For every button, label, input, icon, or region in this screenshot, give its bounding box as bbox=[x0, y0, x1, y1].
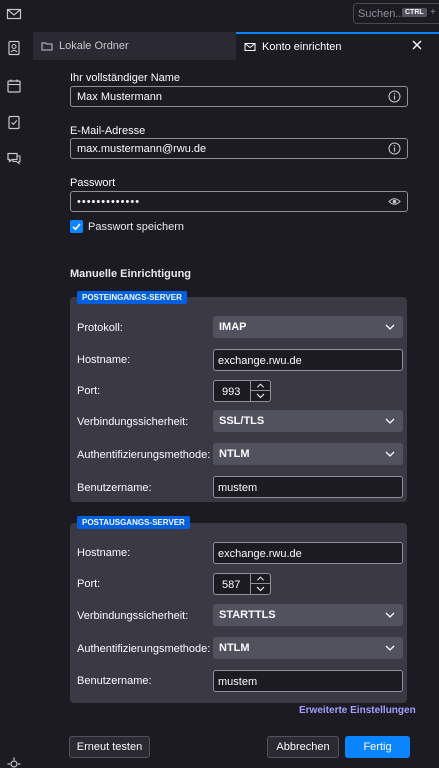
chevron-down-icon bbox=[385, 324, 395, 330]
email-input[interactable]: max.mustermann@rwu.de bbox=[70, 138, 408, 159]
chat-icon[interactable] bbox=[6, 150, 22, 166]
outgoing-auth-label: Authentifizierungsmethode: bbox=[77, 643, 211, 655]
remember-password-label: Passwort speichern bbox=[88, 221, 184, 233]
chevron-down-icon bbox=[385, 645, 395, 651]
email-value: max.mustermann@rwu.de bbox=[77, 143, 207, 155]
chevron-down-icon[interactable] bbox=[251, 584, 270, 594]
remember-password-checkbox[interactable] bbox=[70, 220, 83, 233]
outgoing-security-label: Verbindungssicherheit: bbox=[77, 610, 189, 622]
info-icon bbox=[388, 142, 401, 155]
mail-icon[interactable] bbox=[6, 6, 22, 22]
incoming-security-label: Verbindungssicherheit: bbox=[77, 416, 189, 428]
cancel-button[interactable]: Abbrechen bbox=[267, 736, 339, 758]
incoming-security-value: SSL/TLS bbox=[219, 415, 265, 427]
incoming-port-input[interactable]: 993 bbox=[213, 380, 271, 402]
incoming-hostname-input[interactable]: exchange.rwu.de bbox=[213, 349, 403, 371]
password-input[interactable]: ••••••••••••• bbox=[70, 191, 408, 212]
info-icon bbox=[388, 90, 401, 103]
outgoing-auth-value: NTLM bbox=[219, 642, 250, 654]
done-button[interactable]: Fertig bbox=[345, 736, 410, 758]
tab-account-setup[interactable]: Konto einrichten bbox=[236, 32, 439, 60]
chevron-down-icon bbox=[385, 612, 395, 618]
outgoing-port-input[interactable]: 587 bbox=[213, 573, 271, 595]
chevron-down-icon bbox=[385, 418, 395, 424]
folder-icon bbox=[41, 42, 53, 51]
incoming-server-badge: POSTEINGANGS-SERVER bbox=[77, 291, 187, 304]
checkmark-icon bbox=[72, 223, 81, 231]
outgoing-security-value: STARTTLS bbox=[219, 609, 276, 621]
outgoing-port-value: 587 bbox=[222, 579, 241, 591]
password-value: ••••••••••••• bbox=[77, 196, 141, 208]
name-input[interactable]: Max Mustermann bbox=[70, 86, 408, 107]
protocol-value: IMAP bbox=[219, 321, 247, 333]
incoming-auth-value: NTLM bbox=[219, 448, 250, 460]
incoming-hostname-value: exchange.rwu.de bbox=[218, 355, 302, 367]
search-shortcut-plus: + bbox=[430, 7, 436, 18]
settings-icon[interactable] bbox=[6, 756, 22, 768]
incoming-username-value: mustem bbox=[218, 482, 258, 494]
address-book-icon[interactable] bbox=[6, 40, 22, 56]
password-label: Passwort bbox=[70, 177, 116, 189]
tab-label: Konto einrichten bbox=[262, 41, 342, 53]
mail-icon bbox=[244, 43, 256, 51]
manual-setup-title: Manuelle Einrichtigung bbox=[70, 268, 192, 280]
incoming-auth-select[interactable]: NTLM bbox=[213, 443, 403, 465]
advanced-settings-link[interactable]: Erweiterte Einstellungen bbox=[299, 705, 416, 716]
outgoing-security-select[interactable]: STARTTLS bbox=[213, 604, 403, 626]
incoming-username-input[interactable]: mustem bbox=[213, 476, 403, 498]
email-label: E-Mail-Adresse bbox=[70, 125, 146, 137]
outgoing-hostname-label: Hostname: bbox=[77, 547, 131, 559]
incoming-username-label: Benutzername: bbox=[77, 482, 152, 494]
outgoing-hostname-input[interactable]: exchange.rwu.de bbox=[213, 542, 403, 564]
incoming-security-select[interactable]: SSL/TLS bbox=[213, 410, 403, 432]
chevron-up-icon[interactable] bbox=[251, 574, 270, 584]
port-spinner bbox=[250, 574, 270, 594]
search-placeholder: Suchen... bbox=[358, 8, 405, 20]
name-label: Ihr vollständiger Name bbox=[70, 72, 181, 84]
outgoing-username-input[interactable]: mustem bbox=[213, 670, 403, 692]
port-spinner bbox=[250, 381, 270, 401]
retest-button[interactable]: Erneut testen bbox=[69, 736, 150, 758]
protocol-select[interactable]: IMAP bbox=[213, 316, 403, 338]
search-box[interactable]: Suchen... CTRL + bbox=[353, 3, 439, 24]
outgoing-auth-select[interactable]: NTLM bbox=[213, 637, 403, 659]
protocol-label: Protokoll: bbox=[77, 322, 123, 334]
incoming-auth-label: Authentifizierungsmethode: bbox=[77, 449, 211, 461]
tab-bar: Lokale Ordner Konto einrichten bbox=[33, 32, 439, 60]
incoming-hostname-label: Hostname: bbox=[77, 354, 131, 366]
outgoing-username-value: mustem bbox=[218, 676, 258, 688]
outgoing-server-badge: POSTAUSGANGS-SERVER bbox=[77, 516, 190, 529]
tab-local-folders[interactable]: Lokale Ordner bbox=[33, 32, 233, 60]
incoming-port-value: 993 bbox=[222, 386, 241, 398]
show-password-icon[interactable] bbox=[388, 195, 401, 208]
chevron-down-icon bbox=[385, 451, 395, 457]
outgoing-hostname-value: exchange.rwu.de bbox=[218, 548, 302, 560]
chevron-up-icon[interactable] bbox=[251, 381, 270, 391]
incoming-port-label: Port: bbox=[77, 385, 101, 397]
name-value: Max Mustermann bbox=[77, 91, 162, 103]
outgoing-username-label: Benutzername: bbox=[77, 675, 152, 687]
outgoing-port-label: Port: bbox=[77, 578, 101, 590]
tab-label: Lokale Ordner bbox=[59, 40, 129, 52]
spaces-toolbar bbox=[0, 0, 28, 768]
chevron-down-icon[interactable] bbox=[251, 391, 270, 401]
calendar-icon[interactable] bbox=[6, 78, 22, 94]
search-shortcut-key: CTRL bbox=[402, 8, 427, 17]
tasks-icon[interactable] bbox=[6, 114, 22, 130]
close-icon[interactable] bbox=[410, 38, 424, 52]
